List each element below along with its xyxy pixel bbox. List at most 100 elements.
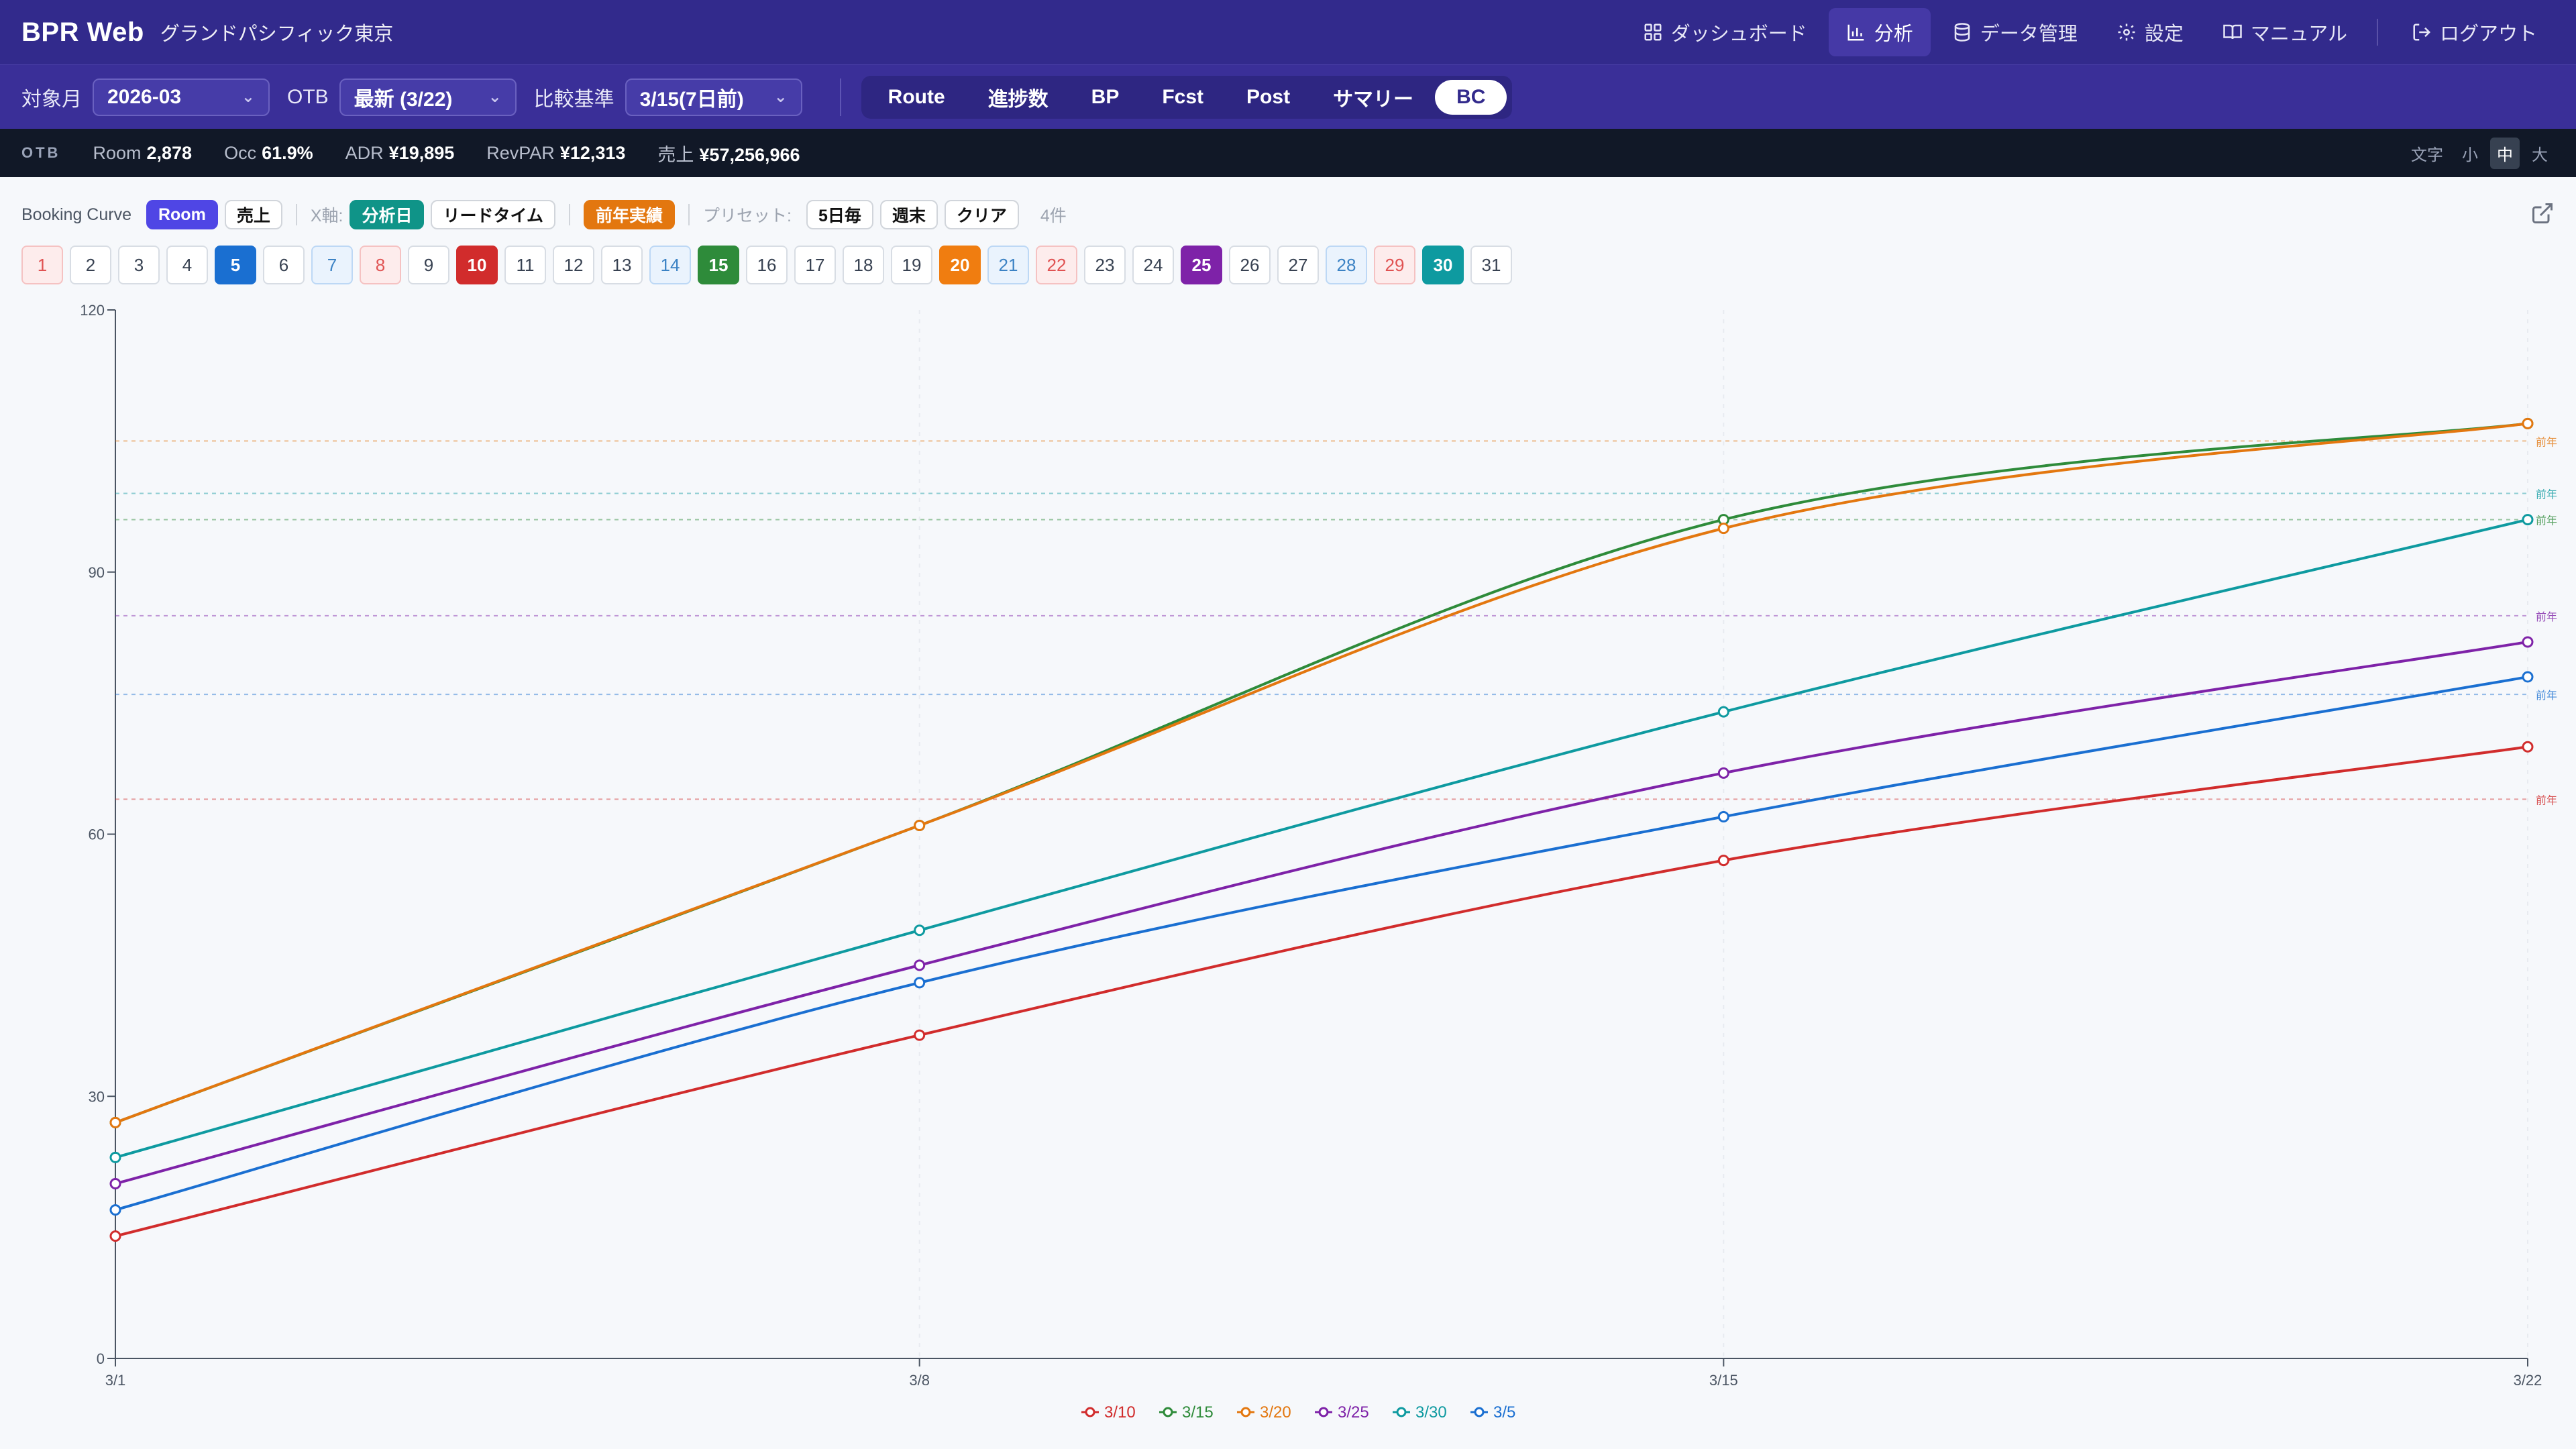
gear-icon [2118, 23, 2135, 41]
otb-stats-bar: OTB Room 2,878 Occ 61.9% ADR ¥19,895 RevPAR… [0, 129, 2576, 177]
day-chip[interactable]: 9 [408, 246, 449, 284]
metric-sales-button[interactable]: 売上 [224, 200, 282, 229]
day-chip[interactable]: 3 [118, 246, 160, 284]
stat-occ-label: Occ [224, 142, 257, 163]
stat-sales-label: 売上 [657, 144, 694, 165]
brand-logo[interactable]: BPR Web [21, 17, 144, 48]
nav-logout[interactable]: ログアウト [2394, 8, 2555, 56]
day-chip[interactable]: 14 [649, 246, 691, 284]
day-chip[interactable]: 7 [311, 246, 353, 284]
hotel-name: グランドパシフィック東京 [160, 23, 394, 45]
day-chip[interactable]: 18 [843, 246, 884, 284]
day-chip[interactable]: 28 [1326, 246, 1367, 284]
day-chip[interactable]: 8 [360, 246, 401, 284]
day-chip[interactable]: 31 [1470, 246, 1512, 284]
tab-bc[interactable]: BC [1435, 79, 1507, 115]
external-link-icon[interactable] [2530, 201, 2555, 225]
prev-year-label: 前年 [2536, 488, 2557, 501]
font-size-small[interactable]: 小 [2455, 138, 2485, 169]
tab-route[interactable]: Route [867, 80, 967, 115]
chevron-down-icon: ⌄ [488, 88, 502, 106]
day-chip[interactable]: 5 [215, 246, 256, 284]
legend-label: 3/5 [1493, 1403, 1515, 1421]
day-chip[interactable]: 20 [939, 246, 981, 284]
otb-label: OTB [287, 85, 329, 108]
day-chip[interactable]: 26 [1229, 246, 1271, 284]
data-point [914, 977, 926, 989]
day-chip[interactable]: 19 [891, 246, 932, 284]
series-line [115, 518, 2528, 1159]
data-point [2522, 514, 2534, 526]
y-tick-label: 120 [80, 302, 105, 319]
day-chip[interactable]: 22 [1036, 246, 1077, 284]
otb-value: 最新 (3/22) [354, 88, 453, 111]
prev-year-label: 前年 [2536, 794, 2557, 806]
day-chip[interactable]: 11 [504, 246, 546, 284]
controls-divider [295, 204, 297, 225]
nav-label: ダッシュボード [1670, 23, 1807, 45]
prev-year-label: 前年 [2536, 515, 2557, 527]
metric-room-button[interactable]: Room [146, 200, 218, 229]
legend-label: 3/10 [1104, 1403, 1136, 1421]
nav-analysis[interactable]: 分析 [1828, 8, 1931, 56]
day-chip[interactable]: 13 [601, 246, 643, 284]
day-chip[interactable]: 4 [166, 246, 208, 284]
day-chip[interactable]: 27 [1277, 246, 1319, 284]
day-chip[interactable]: 12 [553, 246, 594, 284]
chevron-down-icon: ⌄ [241, 88, 255, 106]
xaxis-analysis-date-button[interactable]: 分析日 [350, 200, 425, 229]
legend-label: 3/20 [1260, 1403, 1291, 1421]
series-line [115, 422, 2528, 1124]
day-chip[interactable]: 2 [70, 246, 111, 284]
xaxis-leadtime-button[interactable]: リードタイム [431, 200, 555, 229]
stat-adr-value: ¥19,895 [388, 142, 455, 163]
day-chip[interactable]: 29 [1374, 246, 1415, 284]
tab-progress[interactable]: 進捗数 [967, 80, 1070, 115]
y-tick-label: 0 [97, 1350, 105, 1367]
preset-every-5-button[interactable]: 5日毎 [806, 200, 873, 229]
stat-revpar-value: ¥12,313 [559, 142, 626, 163]
data-point [1717, 855, 1729, 867]
main-nav: ダッシュボード 分析 データ管理 設定 マニュアル ログアウト [1621, 8, 2555, 56]
data-point [109, 1178, 121, 1189]
tab-post[interactable]: Post [1225, 80, 1311, 115]
font-size-large[interactable]: 大 [2525, 138, 2555, 169]
preset-clear-button[interactable]: クリア [944, 200, 1019, 229]
nav-dashboard[interactable]: ダッシュボード [1625, 8, 1825, 56]
dashboard-icon [1644, 23, 1662, 41]
day-chip[interactable]: 1 [21, 246, 63, 284]
data-point [1717, 523, 1729, 535]
day-chip[interactable]: 30 [1422, 246, 1464, 284]
prev-year-toggle[interactable]: 前年実績 [583, 200, 675, 229]
tab-bp[interactable]: BP [1070, 80, 1141, 115]
otb-tag: OTB [21, 144, 61, 161]
compare-select[interactable]: 3/15(7日前) ⌄ [625, 78, 802, 116]
nav-data-management[interactable]: データ管理 [1935, 8, 2095, 56]
day-chip[interactable]: 25 [1181, 246, 1222, 284]
tab-fcst[interactable]: Fcst [1140, 80, 1225, 115]
day-chip[interactable]: 15 [698, 246, 739, 284]
data-point [1717, 767, 1729, 779]
day-chip[interactable]: 17 [794, 246, 836, 284]
nav-settings[interactable]: 設定 [2099, 8, 2201, 56]
book-icon [2223, 24, 2242, 40]
otb-select[interactable]: 最新 (3/22) ⌄ [339, 78, 517, 116]
preset-weekend-button[interactable]: 週末 [879, 200, 938, 229]
data-point [109, 1204, 121, 1216]
day-chip[interactable]: 6 [263, 246, 305, 284]
data-point [2522, 741, 2534, 753]
day-chip[interactable]: 24 [1132, 246, 1174, 284]
data-point [1717, 810, 1729, 822]
day-chip[interactable]: 21 [987, 246, 1029, 284]
tab-summary[interactable]: サマリー [1311, 80, 1435, 115]
month-select[interactable]: 2026-03 ⌄ [93, 78, 270, 116]
day-chip[interactable]: 23 [1084, 246, 1126, 284]
data-point [914, 819, 926, 831]
day-chip[interactable]: 16 [746, 246, 788, 284]
data-point [914, 1029, 926, 1041]
nav-manual[interactable]: マニュアル [2205, 8, 2365, 56]
day-chip[interactable]: 10 [456, 246, 498, 284]
font-size-medium[interactable]: 中 [2490, 137, 2520, 169]
day-selector: 1 2 3 4 5 6 7 8 9 10 11 12 13 14 15 16 17 18 19 20 21 22 23 24 2… [21, 246, 1519, 284]
data-point [2522, 636, 2534, 648]
